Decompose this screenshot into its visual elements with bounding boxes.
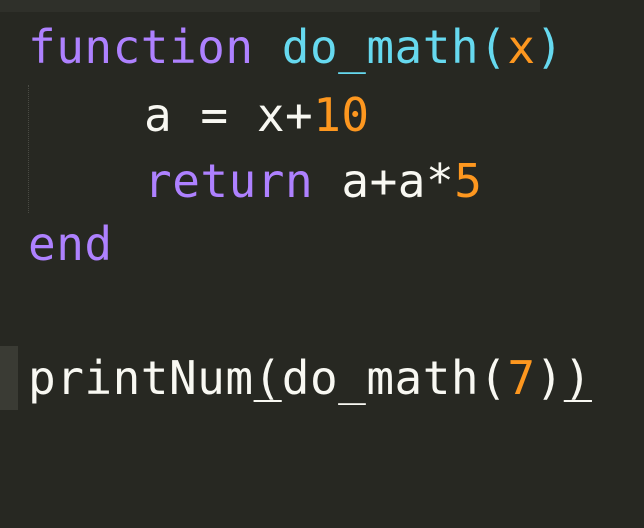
- close-paren: ): [535, 20, 564, 74]
- function-call-printnum: printNum: [28, 351, 254, 405]
- parameter-x: x: [507, 20, 536, 74]
- code-editor[interactable]: function do_math(x) a = x+10 return a+a*…: [0, 0, 644, 462]
- variable-a: a: [397, 154, 426, 208]
- code-line-6[interactable]: printNum(do_math(7)): [0, 348, 591, 408]
- number-5: 5: [454, 154, 483, 208]
- keyword-end: end: [28, 217, 113, 271]
- keyword-return: return: [144, 154, 314, 208]
- code-line-2[interactable]: a = x+10: [0, 85, 369, 145]
- plus-operator: +: [369, 154, 398, 208]
- number-7: 7: [507, 351, 536, 405]
- variable-x: x: [256, 88, 286, 142]
- close-paren: ): [535, 351, 564, 405]
- keyword-function: function: [28, 20, 254, 74]
- open-paren: (: [479, 351, 508, 405]
- code-line-4[interactable]: end: [0, 214, 113, 274]
- code-line-3[interactable]: return a+a*5: [0, 151, 482, 211]
- function-name: do_math: [281, 20, 480, 74]
- variable-a: a: [341, 154, 370, 208]
- code-line-1[interactable]: function do_math(x): [0, 17, 563, 77]
- multiply-operator: *: [425, 154, 455, 208]
- assign-operator: =: [200, 88, 229, 142]
- plus-operator: +: [285, 88, 314, 142]
- top-band: [0, 0, 540, 12]
- close-paren-matched: ): [563, 351, 592, 405]
- open-paren: (: [479, 20, 508, 74]
- open-paren-matched: (: [253, 351, 282, 405]
- function-call-do-math: do_math: [281, 351, 480, 405]
- number-10: 10: [313, 88, 370, 142]
- variable-a: a: [144, 88, 173, 142]
